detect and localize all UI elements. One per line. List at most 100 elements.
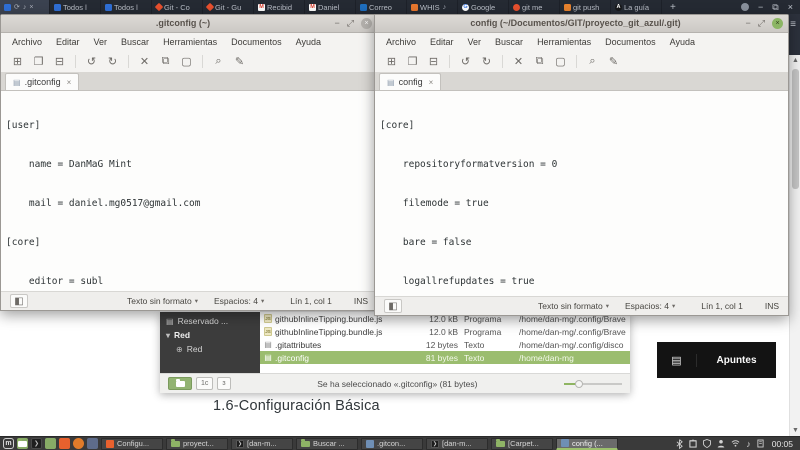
browser-tab[interactable]: Git - Gu xyxy=(203,0,254,14)
app-launcher-icon[interactable] xyxy=(73,438,84,449)
terminal-launcher-icon[interactable]: ❯ xyxy=(31,438,42,449)
wifi-network-icon[interactable] xyxy=(731,439,740,448)
browser-tab[interactable]: Todos l xyxy=(50,0,101,14)
browser-tab[interactable]: G Google xyxy=(458,0,509,14)
browser-restore-button[interactable]: ⧉ xyxy=(772,2,778,13)
menu-documentos[interactable]: Documentos xyxy=(598,37,663,47)
taskbar-window-carpeta[interactable]: [Carpet... xyxy=(491,437,553,450)
treeview-toggle-button[interactable]: 1c xyxy=(196,377,214,390)
minimize-button[interactable]: − xyxy=(335,18,340,29)
places-toggle-button[interactable] xyxy=(168,377,192,390)
hidden-toggle-button[interactable]: ɜ xyxy=(217,377,231,390)
taskbar-window-terminal2[interactable]: ❯ [dan-m... xyxy=(426,437,488,450)
browser-tab[interactable]: git push xyxy=(560,0,611,14)
files-launcher-icon[interactable] xyxy=(17,438,28,449)
text-editor-area[interactable]: [core] repositoryformatversion = 0 filem… xyxy=(375,91,788,296)
menu-ayuda[interactable]: Ayuda xyxy=(289,37,328,47)
menu-editar[interactable]: Editar xyxy=(49,37,87,47)
open-button[interactable]: ❐ xyxy=(28,55,49,68)
menu-herramientas[interactable]: Herramientas xyxy=(530,37,598,47)
discord-launcher-icon[interactable] xyxy=(87,438,98,449)
paste-button[interactable]: ▢ xyxy=(176,55,197,68)
spaces-dropdown[interactable]: Espacios: 4 xyxy=(214,296,258,306)
taskbar-window-folder[interactable]: proyect... xyxy=(166,437,228,450)
replace-button[interactable]: ✎ xyxy=(603,55,624,68)
apuntes-widget[interactable]: ▤ Apuntes xyxy=(657,342,776,378)
update-manager-icon[interactable] xyxy=(689,439,697,448)
file-row[interactable]: JS githubInlineTipping.bundle.js 12.0 kB … xyxy=(260,325,630,338)
file-row[interactable]: ▤ .gitattributes 12 bytes Texto /home/dan… xyxy=(260,338,630,351)
mint-menu-button[interactable]: m xyxy=(3,438,14,449)
browser-tab[interactable]: git me xyxy=(509,0,560,14)
zoom-slider[interactable] xyxy=(564,379,622,389)
brave-launcher-icon[interactable] xyxy=(59,438,70,449)
menu-ver[interactable]: Ver xyxy=(461,37,489,47)
slider-thumb[interactable] xyxy=(575,379,583,388)
doc-type-dropdown[interactable]: Texto sin formato xyxy=(538,301,603,311)
menu-editar[interactable]: Editar xyxy=(423,37,461,47)
taskbar-window-search[interactable]: Buscar ... xyxy=(296,437,358,450)
maximize-button[interactable]: ⤢ xyxy=(758,18,765,29)
scroll-up-icon[interactable]: ▲ xyxy=(790,55,800,66)
doc-type-dropdown[interactable]: Texto sin formato xyxy=(127,296,192,306)
folder-launcher-icon[interactable] xyxy=(45,438,56,449)
menu-ver[interactable]: Ver xyxy=(87,37,115,47)
maximize-button[interactable]: ⤢ xyxy=(347,18,354,29)
side-panel-toggle[interactable]: ◧ xyxy=(10,294,28,308)
browser-tab[interactable]: A La guía xyxy=(611,0,662,14)
save-button[interactable]: ⊟ xyxy=(49,55,70,68)
menu-herramientas[interactable]: Herramientas xyxy=(156,37,224,47)
expander-icon[interactable]: ▾ xyxy=(166,331,170,340)
firewall-shield-icon[interactable] xyxy=(703,439,712,448)
cut-button[interactable]: ✕ xyxy=(508,55,529,68)
browser-tab-active[interactable]: ⟳ ♪ × xyxy=(0,0,50,14)
spaces-dropdown[interactable]: Espacios: 4 xyxy=(625,301,669,311)
replace-button[interactable]: ✎ xyxy=(229,55,250,68)
browser-tab[interactable]: M Recibid xyxy=(254,0,305,14)
new-document-button[interactable]: ⊞ xyxy=(381,55,402,68)
scroll-down-icon[interactable]: ▼ xyxy=(790,425,800,436)
sidebar-section-red[interactable]: ▾ Red xyxy=(160,328,260,342)
taskbar-clock[interactable]: 00:05 xyxy=(772,439,793,449)
taskbar-window-gitconfig[interactable]: .gitcon... xyxy=(361,437,423,450)
titlebar[interactable]: .gitconfig (~) − ⤢ × xyxy=(1,15,377,33)
scrollbar-thumb[interactable] xyxy=(792,69,799,189)
browser-close-button[interactable]: × xyxy=(788,2,793,12)
browser-menu-icon[interactable]: ≡ xyxy=(790,19,796,30)
undo-button[interactable]: ↺ xyxy=(81,55,102,68)
browser-tab[interactable]: M Daniel xyxy=(305,0,356,14)
open-button[interactable]: ❐ xyxy=(402,55,423,68)
paste-button[interactable]: ▢ xyxy=(550,55,571,68)
side-panel-toggle[interactable]: ◧ xyxy=(384,299,402,313)
new-tab-button[interactable]: + xyxy=(662,0,684,14)
user-applet-icon[interactable] xyxy=(717,439,725,448)
sidebar-item-reservado[interactable]: ▤ Reservado ... xyxy=(160,314,260,328)
browser-tab[interactable]: WHIS ♪ xyxy=(407,0,458,14)
file-row-selected[interactable]: ▤ .gitconfig 81 bytes Texto /home/dan-mg xyxy=(260,351,630,364)
find-button[interactable]: ⌕ xyxy=(582,55,603,68)
page-scrollbar[interactable]: ▲ ▼ xyxy=(789,55,800,436)
close-button[interactable]: × xyxy=(772,18,783,29)
save-button[interactable]: ⊟ xyxy=(423,55,444,68)
bluetooth-icon[interactable] xyxy=(676,438,684,449)
taskbar-window-config-active[interactable]: config (... xyxy=(556,437,618,450)
browser-tab[interactable]: Git - Co xyxy=(152,0,203,14)
taskbar-window-terminal[interactable]: ❯ [dan-m... xyxy=(231,437,293,450)
taskbar-window-brave[interactable]: Configu... xyxy=(101,437,163,450)
menu-archivo[interactable]: Archivo xyxy=(379,37,423,47)
editor-tab-gitconfig[interactable]: ▤ .gitconfig × xyxy=(5,73,80,90)
browser-tab[interactable]: Todos l xyxy=(101,0,152,14)
menu-ayuda[interactable]: Ayuda xyxy=(663,37,702,47)
find-button[interactable]: ⌕ xyxy=(208,55,229,68)
titlebar[interactable]: config (~/Documentos/GIT/proyecto_git_az… xyxy=(375,15,788,33)
tab-audio-icon[interactable]: ♪ xyxy=(443,4,447,11)
browser-minimize-button[interactable]: − xyxy=(758,2,763,12)
close-button[interactable]: × xyxy=(361,18,372,29)
tab-audio-icon[interactable]: ♪ xyxy=(23,4,27,11)
redo-button[interactable]: ↻ xyxy=(476,55,497,68)
copy-button[interactable]: ⧉ xyxy=(529,55,550,68)
new-document-button[interactable]: ⊞ xyxy=(7,55,28,68)
profile-avatar[interactable] xyxy=(741,3,750,11)
editor-tab-config[interactable]: ▤ config × xyxy=(379,73,442,90)
browser-tab[interactable]: Correo xyxy=(356,0,407,14)
